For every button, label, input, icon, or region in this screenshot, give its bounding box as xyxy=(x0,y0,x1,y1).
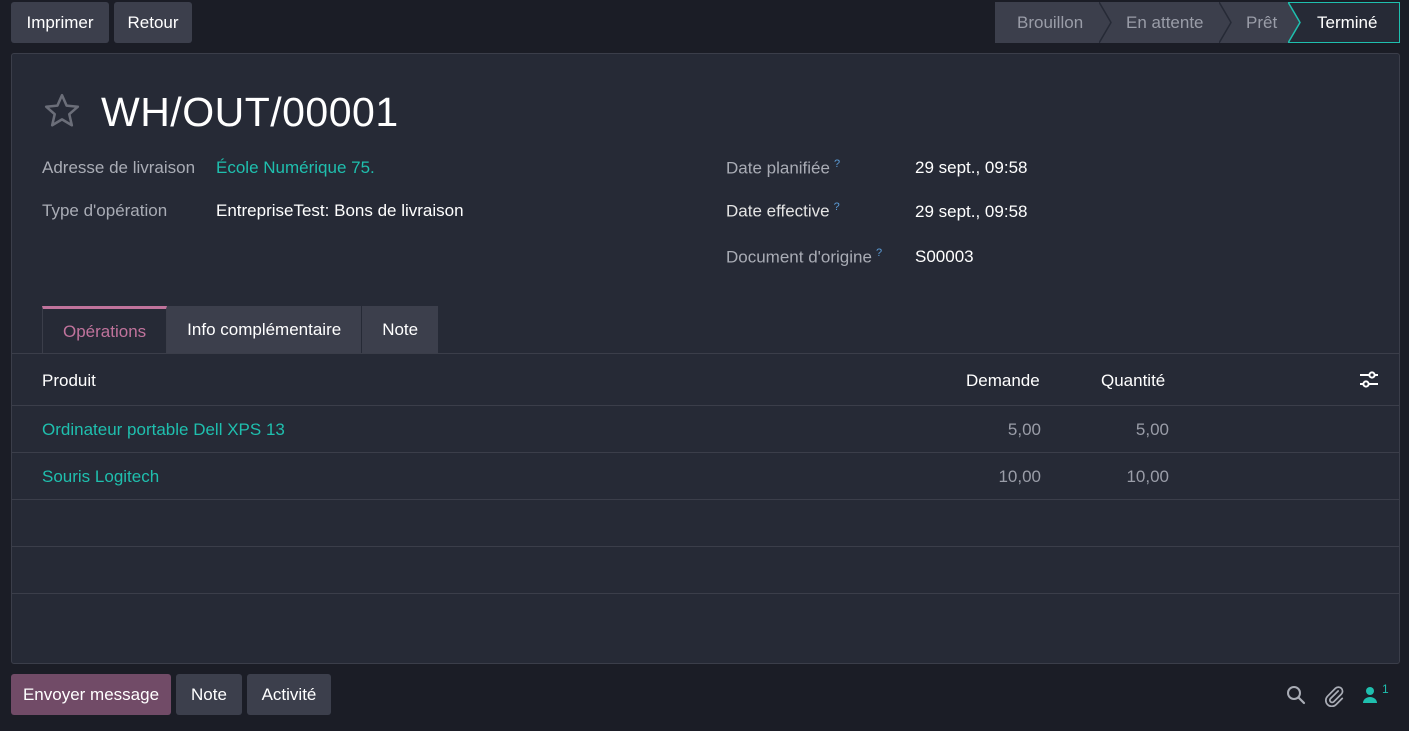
delivery-address-label: Adresse de livraison xyxy=(42,158,196,177)
page-title: WH/OUT/00001 xyxy=(101,89,399,135)
help-icon[interactable]: ? xyxy=(834,201,840,213)
row-product[interactable]: Souris Logitech xyxy=(42,467,159,487)
scheduled-date-label-text: Date planifiée xyxy=(726,158,830,178)
status-stage-draft[interactable]: Brouillon xyxy=(995,2,1112,43)
tab-additional-info[interactable]: Info complémentaire xyxy=(167,306,363,354)
origin-value: S00003 xyxy=(915,247,974,266)
paperclip-icon[interactable] xyxy=(1323,685,1345,707)
effective-date-value: 29 sept., 09:58 xyxy=(915,202,1028,221)
followers-count: 1 xyxy=(1382,682,1389,696)
chevron-notch-icon xyxy=(1288,2,1301,43)
table-row[interactable]: Souris Logitech 10,00 10,00 xyxy=(12,453,1399,500)
column-header-quantity[interactable]: Quantité xyxy=(1101,371,1165,391)
column-settings-icon[interactable] xyxy=(1359,371,1379,389)
back-button[interactable]: Retour xyxy=(114,2,192,43)
delivery-address-link[interactable]: École Numérique 75. xyxy=(216,158,375,178)
status-stage-label: Brouillon xyxy=(1017,12,1084,32)
star-icon[interactable] xyxy=(42,92,82,130)
scheduled-date-value: 29 sept., 09:58 xyxy=(915,158,1028,177)
notebook-tabs: Opérations Info complémentaire Note xyxy=(42,306,440,354)
table-row[interactable]: Ordinateur portable Dell XPS 13 5,00 5,0… xyxy=(12,406,1399,453)
row-demand: 5,00 xyxy=(1007,420,1041,439)
table-row-empty xyxy=(12,500,1399,547)
origin-label: Document d'origine? xyxy=(726,247,882,268)
help-icon[interactable]: ? xyxy=(834,158,840,170)
tab-operations[interactable]: Opérations xyxy=(42,306,168,354)
status-stage-label: Terminé xyxy=(1317,12,1378,32)
table-header: Produit Demande Quantité xyxy=(12,354,1399,406)
row-quantity: 10,00 xyxy=(1126,467,1169,486)
origin-label-text: Document d'origine xyxy=(726,247,872,267)
row-quantity: 5,00 xyxy=(1135,420,1169,439)
search-icon[interactable] xyxy=(1286,685,1306,705)
chevron-right-icon xyxy=(1219,2,1232,43)
status-stage-label: En attente xyxy=(1126,12,1204,32)
effective-date-label: Date effective? xyxy=(726,201,840,222)
tab-note[interactable]: Note xyxy=(362,306,440,354)
effective-date-label-text: Date effective xyxy=(726,201,830,221)
log-note-button[interactable]: Note xyxy=(176,674,242,715)
send-message-button[interactable]: Envoyer message xyxy=(11,674,171,715)
row-product[interactable]: Ordinateur portable Dell XPS 13 xyxy=(42,420,285,440)
status-bar: Brouillon En attente Prêt Terminé xyxy=(995,2,1400,43)
status-stage-waiting[interactable]: En attente xyxy=(1100,2,1232,43)
row-demand: 10,00 xyxy=(998,467,1041,486)
chevron-right-icon xyxy=(1099,2,1112,43)
form-sheet: WH/OUT/00001 Adresse de livraison École … xyxy=(11,53,1400,664)
followers-icon[interactable] xyxy=(1362,686,1378,704)
column-header-product[interactable]: Produit xyxy=(42,371,96,391)
scheduled-date-label: Date planifiée? xyxy=(726,158,840,179)
help-icon[interactable]: ? xyxy=(876,247,882,259)
operation-type-value: EntrepriseTest: Bons de livraison xyxy=(216,201,464,220)
activity-button[interactable]: Activité xyxy=(247,674,331,715)
status-stage-done[interactable]: Terminé xyxy=(1288,2,1400,43)
table-row-empty xyxy=(12,547,1399,594)
operation-type-label: Type d'opération xyxy=(42,201,168,220)
status-stage-label: Prêt xyxy=(1246,12,1278,32)
column-header-demand[interactable]: Demande xyxy=(966,371,1040,391)
print-button[interactable]: Imprimer xyxy=(11,2,109,43)
